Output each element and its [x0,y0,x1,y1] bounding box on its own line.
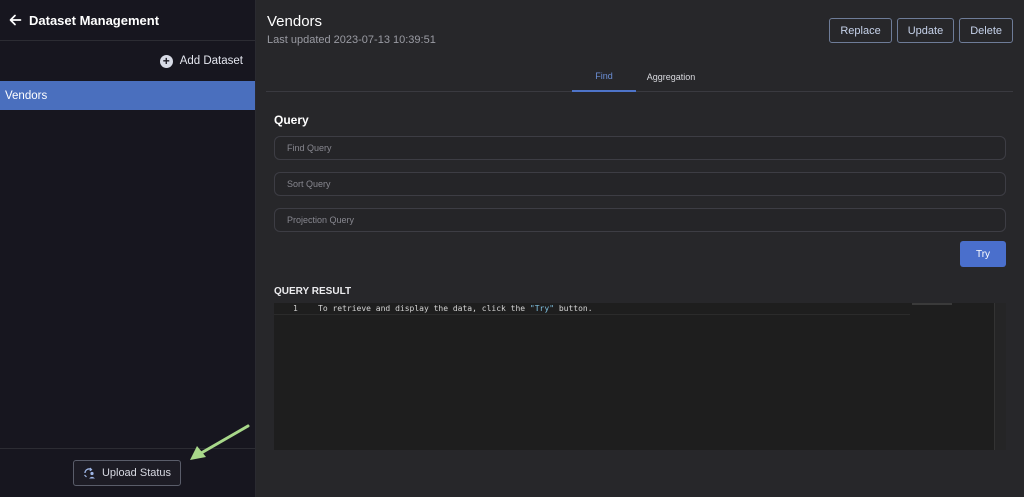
try-button[interactable]: Try [960,241,1006,267]
query-section-label: Query [274,113,309,127]
upload-status-button[interactable]: Upload Status [73,460,181,486]
query-tabs: Find Aggregation [266,62,1013,92]
editor-scrollbar[interactable] [994,303,1006,450]
delete-button[interactable]: Delete [959,18,1013,43]
add-dataset-button[interactable]: + Add Dataset [0,41,255,81]
code-text: To retrieve and display the data, click … [318,303,593,315]
plus-circle-icon: + [159,54,173,68]
sidebar: Dataset Management + Add Dataset Vendors [0,0,256,497]
projection-query-input[interactable] [274,208,1006,232]
sidebar-footer: Upload Status [0,448,255,497]
query-result-editor[interactable]: 1 To retrieve and display the data, clic… [274,303,1006,450]
editor-minimap[interactable] [910,303,994,450]
last-updated-text: Last updated 2023-07-13 10:39:51 [267,34,436,46]
upload-status-label: Upload Status [101,467,172,479]
main-panel: Vendors Last updated 2023-07-13 10:39:51… [256,0,1024,497]
query-result-label: QUERY RESULT [274,286,352,297]
page-title: Vendors [267,13,323,30]
dataset-item-label: Vendors [5,89,48,102]
update-button[interactable]: Update [896,18,955,43]
line-number: 1 [293,304,298,313]
find-query-input[interactable] [274,136,1006,160]
tab-find[interactable]: Find [572,62,636,92]
code-string-try: "Try" [529,304,555,313]
minimap-line [912,303,952,305]
app-window: Dataset Management + Add Dataset Vendors [0,0,1024,497]
code-text-after: button. [554,304,593,313]
header-actions: Replace Update Delete [829,18,1013,43]
code-line: 1 To retrieve and display the data, clic… [274,303,910,315]
sort-query-input[interactable] [274,172,1006,196]
tab-aggregation[interactable]: Aggregation [642,62,700,92]
dataset-item-vendors[interactable]: Vendors [0,81,255,110]
sidebar-header: Dataset Management [0,0,255,41]
upload-status-icon [83,467,96,479]
code-text-before: To retrieve and display the data, click … [318,304,530,313]
sidebar-title: Dataset Management [29,12,160,28]
replace-button[interactable]: Replace [829,18,892,43]
add-dataset-label: Add Dataset [179,55,243,67]
arrow-left-icon[interactable] [8,13,22,27]
